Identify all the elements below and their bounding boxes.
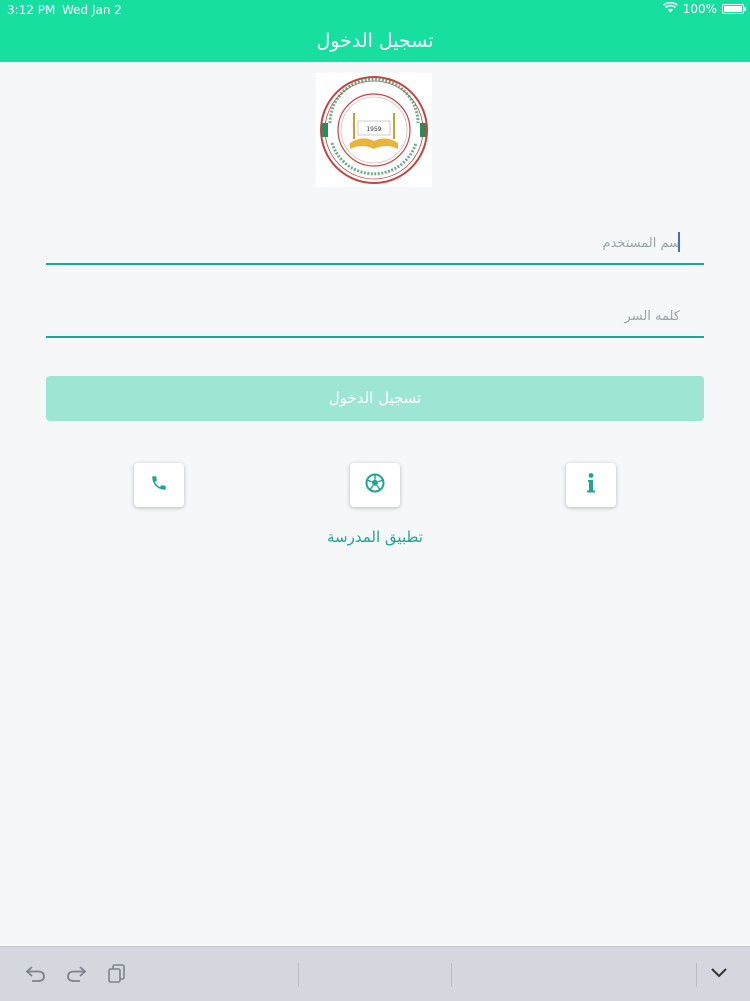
undo-icon[interactable]	[22, 961, 48, 985]
school-logo: 1959	[316, 73, 432, 187]
header-bar: تسجيل الدخول	[0, 20, 750, 62]
page-title: تسجيل الدخول	[316, 30, 434, 52]
info-button[interactable]	[566, 463, 616, 507]
toolbar-divider	[696, 963, 697, 987]
sports-button[interactable]	[350, 463, 400, 507]
keyboard-toolbar	[0, 946, 750, 1001]
password-input[interactable]	[46, 296, 704, 336]
phone-icon	[150, 474, 168, 496]
chevron-down-icon[interactable]	[706, 961, 732, 985]
username-field-container	[46, 223, 704, 265]
status-right: 100%	[662, 1, 746, 16]
login-button-label: تسجيل الدخول	[328, 389, 422, 407]
status-time: 3:12 PM	[7, 3, 56, 17]
svg-text:1959: 1959	[366, 126, 381, 133]
call-button[interactable]	[134, 463, 184, 507]
wifi-icon	[662, 1, 678, 16]
status-bar: 3:12 PM Wed Jan 2 100%	[0, 0, 750, 20]
battery-percent: 100%	[682, 2, 717, 16]
status-date: Wed Jan 2	[62, 3, 122, 17]
login-button[interactable]: تسجيل الدخول	[46, 376, 704, 421]
toolbar-divider	[451, 963, 452, 987]
info-icon	[585, 472, 597, 498]
toolbar-divider	[298, 963, 299, 987]
soccer-ball-icon	[365, 473, 385, 497]
password-field-container	[46, 296, 704, 338]
text-cursor	[678, 232, 680, 252]
battery-icon	[722, 4, 746, 14]
school-app-link[interactable]: تطبيق المدرسة	[250, 528, 500, 546]
redo-icon[interactable]	[64, 961, 90, 985]
paste-icon[interactable]	[104, 961, 130, 985]
username-input[interactable]	[46, 223, 704, 263]
